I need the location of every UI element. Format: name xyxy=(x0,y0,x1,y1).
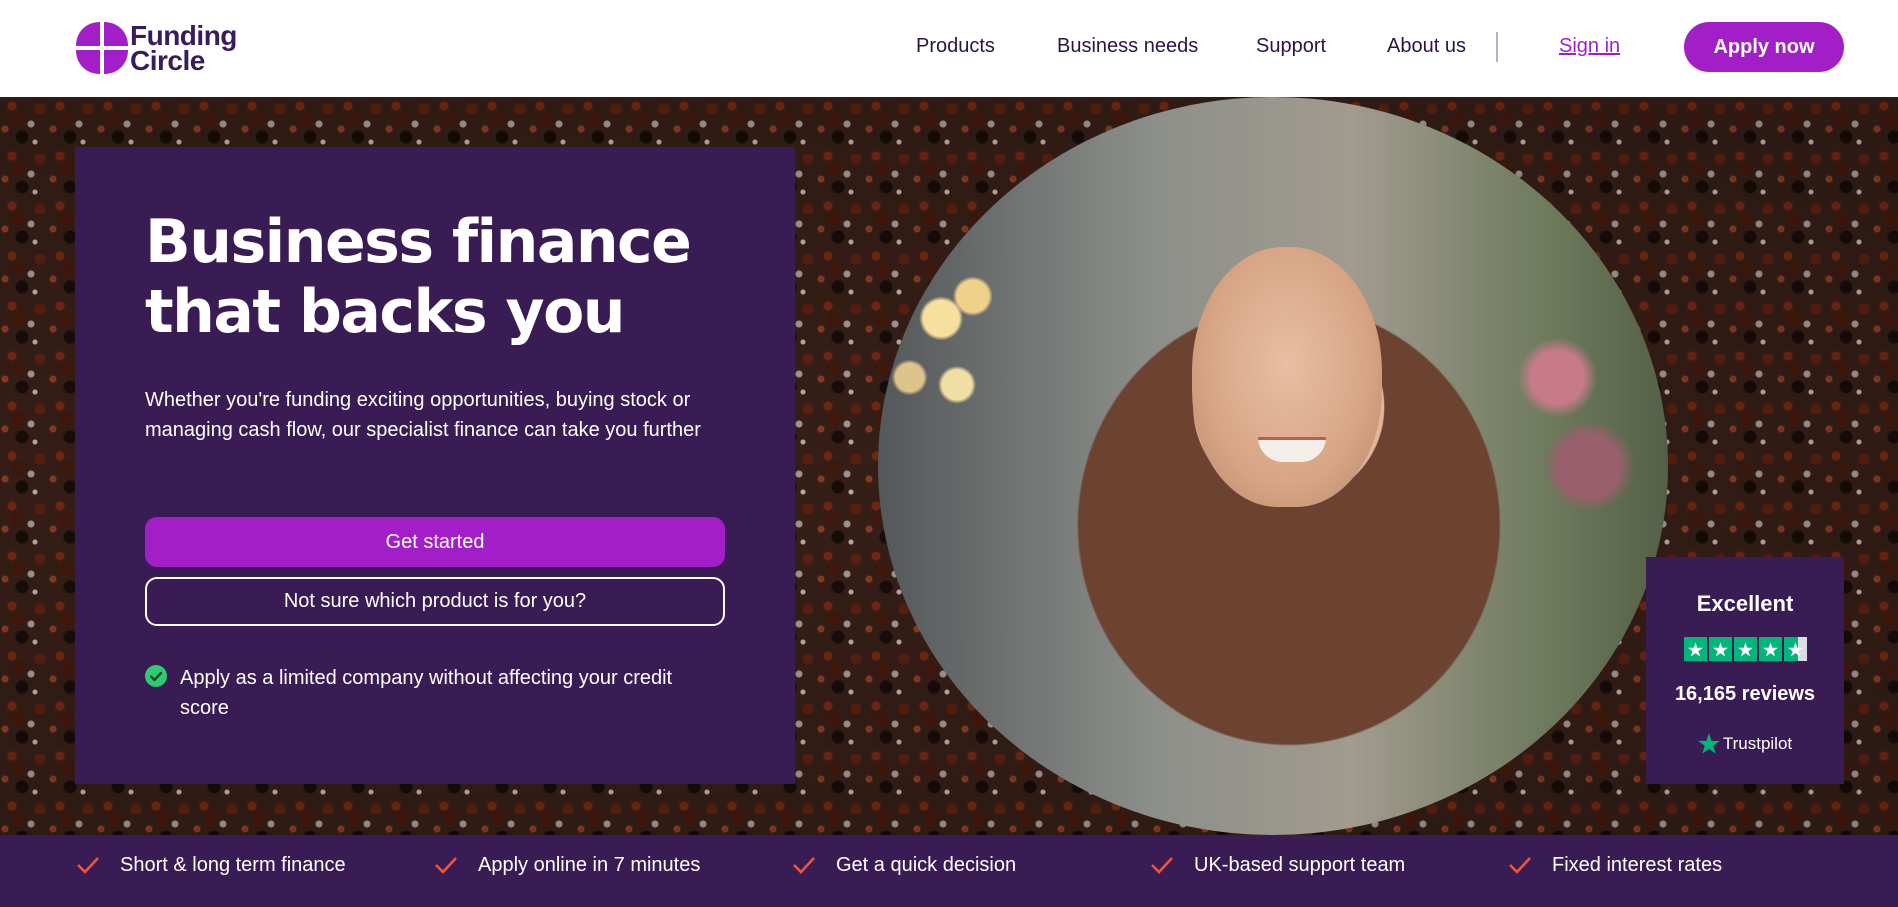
trustpilot-review-count: 16,165 reviews xyxy=(1674,683,1816,705)
feature-label: Get a quick decision xyxy=(836,853,1017,876)
check-icon xyxy=(1151,857,1173,874)
check-circle-icon xyxy=(145,665,167,687)
feature-label: Fixed interest rates xyxy=(1552,853,1723,876)
nav-products[interactable]: Products xyxy=(916,35,995,58)
feature-label: UK-based support team xyxy=(1194,853,1406,876)
trustpilot-brand: Trustpilot xyxy=(1646,733,1844,754)
check-icon xyxy=(77,857,99,874)
nav-support[interactable]: Support xyxy=(1256,35,1326,58)
get-started-button[interactable]: Get started xyxy=(145,517,725,567)
trustpilot-star-icon xyxy=(1697,733,1720,754)
nav-about-us[interactable]: About us xyxy=(1387,35,1466,58)
hero-heading: Business finance that backs you xyxy=(145,207,745,347)
hero-lead-text: Whether you're funding exciting opportun… xyxy=(145,389,701,441)
feature-label: Apply online in 7 minutes xyxy=(478,853,701,876)
funding-circle-logo[interactable]: Funding Circle xyxy=(74,20,237,76)
trustpilot-star-2 xyxy=(1709,637,1732,661)
trustpilot-rating-label: Excellent xyxy=(1696,591,1794,616)
feature-item: Apply online in 7 minutes xyxy=(434,835,700,907)
check-icon xyxy=(435,857,457,874)
logo-wordmark: Funding Circle xyxy=(130,22,237,76)
hero-photo-smiling-woman xyxy=(878,97,1668,835)
trustpilot-stars xyxy=(1684,637,1807,661)
credit-score-note: Apply as a limited company without affec… xyxy=(145,663,725,723)
trustpilot-star-3 xyxy=(1734,637,1757,661)
feature-bar: Short & long term finance Apply online i… xyxy=(0,835,1898,907)
trustpilot-star-1 xyxy=(1684,637,1707,661)
apply-now-button[interactable]: Apply now xyxy=(1684,22,1844,72)
credit-score-note-text: Apply as a limited company without affec… xyxy=(180,667,673,719)
check-icon xyxy=(1509,857,1531,874)
hero-heading-line-2: that backs you xyxy=(145,277,626,347)
hero-heading-line-1: Business finance xyxy=(145,207,692,277)
feature-item: Short & long term finance xyxy=(76,835,346,907)
logo-line-2: Circle xyxy=(130,45,205,76)
nav-business-needs[interactable]: Business needs xyxy=(1057,35,1198,58)
trustpilot-star-4 xyxy=(1759,637,1782,661)
sign-in-link[interactable]: Sign in xyxy=(1559,35,1620,58)
product-finder-button[interactable]: Not sure which product is for you? xyxy=(145,577,725,626)
site-header: Funding Circle Products Business needs S… xyxy=(0,0,1898,97)
nav-divider xyxy=(1496,32,1498,62)
hero-section: Business finance that backs you Whether … xyxy=(0,97,1898,835)
feature-label: Short & long term finance xyxy=(120,853,346,876)
trustpilot-star-5 xyxy=(1784,637,1807,661)
check-icon xyxy=(793,857,815,874)
hero-photo-face xyxy=(1192,247,1382,507)
feature-item: Fixed interest rates xyxy=(1508,835,1722,907)
feature-item: UK-based support team xyxy=(1150,835,1405,907)
trustpilot-brand-label: Trustpilot xyxy=(1722,733,1793,753)
funding-circle-logo-icon xyxy=(76,22,128,74)
trustpilot-widget[interactable]: Excellent 16,165 reviews Trustpilot xyxy=(1646,557,1844,784)
hero-card: Business finance that backs you Whether … xyxy=(75,147,795,784)
feature-item: Get a quick decision xyxy=(792,835,1016,907)
